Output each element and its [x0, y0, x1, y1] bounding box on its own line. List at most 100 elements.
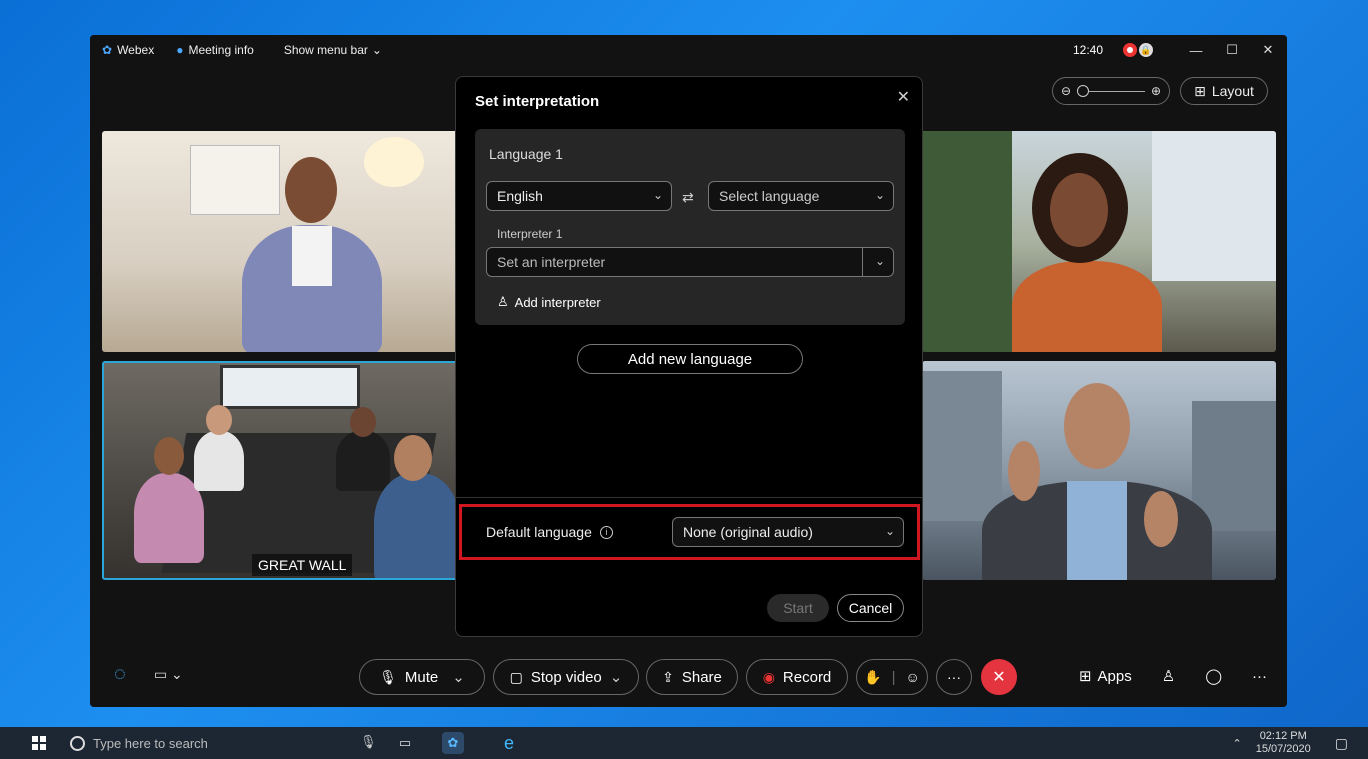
layout-button[interactable]: ⊞ Layout [1180, 77, 1268, 105]
record-button[interactable]: ◉ Record [746, 659, 848, 695]
person-add-icon: ♙ [497, 294, 509, 309]
add-new-language-button[interactable]: Add new language [577, 344, 803, 374]
more-icon[interactable]: ··· [1252, 668, 1267, 685]
default-language-value: None (original audio) [683, 524, 813, 540]
target-language-select[interactable]: Select language ⌄ [708, 181, 894, 211]
cortana-icon [70, 735, 85, 751]
chevron-down-icon: ⌄ [652, 188, 663, 202]
wall-whiteboard [190, 145, 280, 215]
share-icon: ⇪ [662, 668, 674, 685]
lock-icon[interactable]: 🔒 [1139, 43, 1153, 57]
share-button[interactable]: ⇪ Share [646, 659, 738, 695]
show-menu-bar-label: Show menu bar [283, 43, 368, 57]
bottom-left-controls: ◌ ▭ ⌄ [114, 663, 183, 686]
default-language-select[interactable]: None (original audio) ⌄ [672, 517, 904, 547]
source-language-value: English [497, 188, 543, 204]
clock-date: 15/07/2020 [1255, 743, 1311, 755]
chat-icon[interactable]: ◯ [1205, 667, 1222, 685]
zoom-slider-handle[interactable] [1077, 84, 1090, 97]
notifications-icon[interactable]: ▢ [1335, 735, 1348, 752]
record-icon: ◉ [762, 668, 775, 685]
video-tile-room[interactable]: GREAT WALL [102, 361, 458, 580]
interpreter-label: Interpreter 1 [497, 227, 563, 241]
webex-taskbar-icon[interactable]: ✿ [442, 732, 464, 754]
chevron-down-icon[interactable]: ⌄ [452, 668, 465, 686]
meeting-time: 12:40 [1072, 43, 1103, 57]
layout-label: Layout [1211, 83, 1254, 99]
mute-button[interactable]: 🎙 Mute ⌄ [359, 659, 485, 695]
meeting-info-label: Meeting info [188, 43, 254, 57]
interpreter-placeholder: Set an interpreter [497, 254, 606, 270]
chevron-down-icon: ⌄ [874, 188, 885, 202]
meeting-info-button[interactable]: ● Meeting info [176, 43, 254, 57]
city-building [922, 371, 1002, 521]
chevron-down-icon: ⌄ [371, 43, 382, 57]
edge-browser-icon[interactable]: e [498, 732, 520, 754]
apps-grid-icon: ⊞ [1078, 668, 1092, 685]
layout-grid-icon: ⊞ [1194, 82, 1206, 99]
leave-meeting-button[interactable]: ✕ [981, 659, 1017, 695]
microphone-icon[interactable]: 🎙 [360, 734, 377, 750]
webex-assistant-icon[interactable]: ◌ [114, 663, 126, 686]
windows-start-icon[interactable] [32, 736, 46, 750]
recording-indicator-icon[interactable] [1123, 43, 1137, 57]
add-interpreter-button[interactable]: ♙ Add interpreter [497, 294, 601, 310]
add-new-language-label: Add new language [627, 350, 753, 368]
cancel-button[interactable]: Cancel [837, 594, 904, 622]
default-language-label: Default language [486, 524, 592, 540]
close-icon[interactable]: ✕ [897, 87, 910, 107]
chevron-down-icon[interactable]: ⌄ [610, 668, 623, 686]
apps-label: Apps [1097, 667, 1132, 685]
language-title: Language 1 [489, 146, 563, 162]
zoom-in-icon[interactable]: ⊕ [1151, 84, 1161, 98]
close-window-icon[interactable]: ✕ [1257, 42, 1279, 58]
raise-hand-icon[interactable]: ✋ [864, 669, 881, 686]
share-label: Share [681, 668, 722, 686]
interpreter-select[interactable]: Set an interpreter ⌄ [486, 247, 894, 277]
show-menu-bar-button[interactable]: Show menu bar ⌄ [284, 43, 382, 57]
dialog-divider [456, 497, 922, 498]
maximize-icon[interactable]: ☐ [1221, 42, 1243, 58]
video-camera-icon: ▢ [509, 668, 523, 685]
more-icon: ··· [947, 669, 961, 685]
reactions-icon[interactable]: ☺ [906, 669, 920, 685]
pendant-lamp [364, 137, 424, 187]
taskbar-search-box[interactable]: Type here to search [64, 727, 384, 759]
zoom-control[interactable]: ⊖ ⊕ [1052, 77, 1170, 105]
chevron-down-icon: ⌄ [171, 666, 183, 682]
start-label: Start [783, 600, 813, 616]
source-language-select[interactable]: English ⌄ [486, 181, 672, 211]
closed-captions-button[interactable]: ▭ ⌄ [154, 666, 183, 683]
chevron-up-icon[interactable]: ⌃ [1232, 737, 1241, 750]
default-language-row-highlight: Default language i None (original audio)… [459, 504, 920, 560]
minimize-icon[interactable]: — [1185, 43, 1207, 58]
webex-menu[interactable]: ✿ Webex [102, 43, 154, 57]
apps-button[interactable]: ⊞ Apps [1078, 667, 1132, 686]
swap-icon[interactable]: ⇄ [682, 189, 694, 206]
stop-video-label: Stop video [530, 668, 602, 686]
video-tile-participant-1[interactable] [102, 131, 458, 352]
taskbar-clock[interactable]: 02:12 PM 15/07/2020 [1256, 730, 1311, 756]
chevron-down-icon[interactable]: ⌄ [875, 254, 885, 268]
reactions-group: ✋ | ☺ [856, 659, 928, 695]
mute-label: Mute [404, 668, 439, 686]
zoom-slider[interactable] [1077, 84, 1145, 97]
task-view-icon[interactable]: ▭ [394, 732, 416, 754]
target-language-placeholder: Select language [719, 188, 820, 204]
system-tray: ⌃ 02:12 PM 15/07/2020 ▢ [1232, 727, 1348, 759]
start-button[interactable]: Start [767, 594, 829, 622]
dialog-title: Set interpretation [475, 93, 600, 110]
zoom-out-icon[interactable]: ⊖ [1061, 84, 1071, 98]
info-icon[interactable]: i [599, 525, 613, 539]
cancel-label: Cancel [848, 600, 893, 616]
stop-video-button[interactable]: ▢ Stop video ⌄ [493, 659, 639, 695]
video-tile-participant-2[interactable] [922, 131, 1276, 352]
more-options-button[interactable]: ··· [936, 659, 972, 695]
set-interpretation-dialog: Set interpretation ✕ Language 1 English … [455, 76, 923, 637]
participants-icon[interactable]: ♙ [1162, 667, 1175, 685]
search-placeholder: Type here to search [93, 735, 208, 751]
meeting-controls-bar: ◌ ▭ ⌄ 🎙 Mute ⌄ ▢ Stop video ⌄ ⇪ Share ◉ … [90, 645, 1287, 707]
video-tile-participant-3[interactable] [922, 361, 1276, 580]
language-card: Language 1 English ⌄ ⇄ Select language ⌄… [475, 129, 905, 325]
closed-captions-icon: ▭ [153, 666, 168, 682]
